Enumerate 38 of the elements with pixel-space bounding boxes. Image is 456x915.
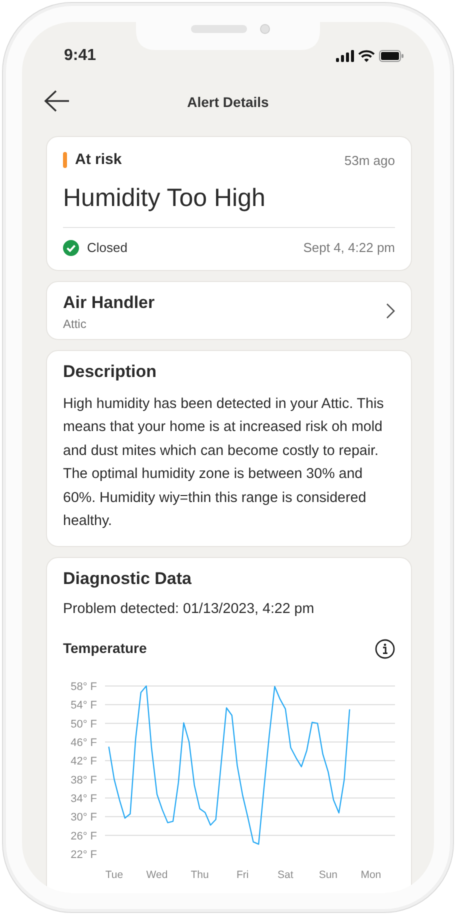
section-title: Description [63,361,158,383]
section-title: Diagnostic Data [63,568,192,590]
y-axis-label: 42° F [70,756,97,768]
info-icon[interactable] [375,638,395,659]
y-axis-label: 22° F [70,849,97,862]
alert-age: 53m ago [344,152,395,170]
device-name: Air Handler [63,292,155,314]
x-axis-label: Thu [190,869,209,882]
y-axis-label: 38° F [70,774,97,787]
device-card[interactable]: Air Handler Attic [46,280,412,340]
y-axis-label: 58° F [70,681,97,694]
x-axis-label: Fri [236,869,249,882]
alert-date: Sept 4, 4:22 pm [303,239,395,257]
description-text: High humidity has been detected in your Attic. This means that your home is at increased risk oh mold and dust mites which can become costly to repair. The optimal humidity zone is between 30% and 60%. Humidity wiy=thin this range is considered healthy. [63,394,385,531]
alert-title: Humidity Too High [63,182,266,214]
status-time: 9:41 [64,46,96,66]
x-axis-label: Sat [277,869,294,882]
status-label: Closed [87,239,128,257]
signal-icon [336,50,354,62]
y-axis-label: 46° F [70,737,97,750]
y-axis-label: 30° F [70,812,97,824]
y-axis-label: 50° F [70,718,97,731]
chart-title: Temperature [63,639,147,658]
wifi-icon [358,50,375,62]
x-axis-label: Wed [146,869,168,882]
y-axis-label: 34° F [70,793,97,806]
device-location: Attic [63,316,88,333]
battery-icon [379,50,404,62]
y-axis-label: 54° F [70,700,97,712]
chevron-right-icon [386,303,395,320]
x-axis-label: Mon [360,869,382,882]
page-title: Alert Details [187,92,269,112]
x-axis-label: Sun [318,869,338,882]
severity-label: At risk [75,150,122,170]
x-axis-label: Tue [105,869,124,882]
y-axis-label: 26° F [70,830,97,843]
back-arrow-icon[interactable] [44,90,70,112]
detected-text: Problem detected: 01/13/2023, 4:22 pm [63,600,316,619]
